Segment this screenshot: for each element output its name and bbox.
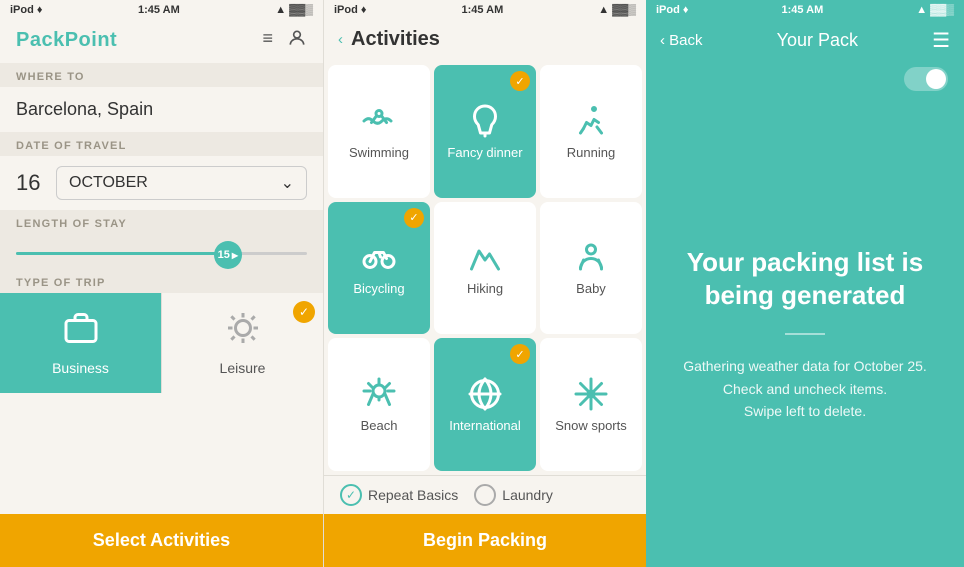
activity-bicycling-label: Bicycling <box>353 281 404 296</box>
battery-1: ▲ ▓▓▒ <box>275 4 313 16</box>
trip-type-label: TYPE OF TRIP <box>0 269 323 293</box>
app-header: PackPoint ≡ <box>0 20 323 63</box>
pack-back-button[interactable]: ‹ Back <box>660 32 703 49</box>
activity-bicycling[interactable]: Bicycling ✓ <box>328 202 430 335</box>
panel-main: iPod ♦ 1:45 AM ▲ ▓▓▒ PackPoint ≡ WHERE T… <box>0 0 323 567</box>
toggle-knob <box>926 69 946 89</box>
activity-swimming[interactable]: Swimming <box>328 65 430 198</box>
header-icons: ≡ <box>262 28 307 53</box>
profile-icon[interactable] <box>287 28 307 53</box>
generating-text: Your packing list is being generated <box>666 246 944 314</box>
length-section: LENGTH OF STAY 15▶ <box>0 210 323 269</box>
activity-hiking-label: Hiking <box>467 281 503 296</box>
repeat-basics-check-icon: ✓ <box>340 484 362 506</box>
month-value: OCTOBER <box>69 174 148 192</box>
bottom-options: ✓ Repeat Basics Laundry <box>324 475 646 514</box>
activity-baby-label: Baby <box>576 281 606 296</box>
begin-packing-button[interactable]: Begin Packing <box>324 514 646 567</box>
device-name-1: iPod ♦ <box>10 4 43 16</box>
status-bar-2: iPod ♦ 1:45 AM ▲ ▓▓▒ <box>324 0 646 20</box>
sub-text: Gathering weather data for October 25.Ch… <box>683 355 927 422</box>
date-label: DATE OF TRAVEL <box>0 132 323 156</box>
leisure-icon <box>225 310 261 354</box>
bicycling-check: ✓ <box>404 208 424 228</box>
repeat-basics-label: Repeat Basics <box>368 487 458 503</box>
destination-input[interactable] <box>0 87 323 132</box>
battery-3: ▲ ▓▓▒ <box>916 4 954 16</box>
activity-international-label: International <box>449 418 521 433</box>
month-select[interactable]: OCTOBER ⌄ <box>56 166 307 200</box>
time-3: 1:45 AM <box>781 4 823 16</box>
length-label: LENGTH OF STAY <box>0 210 323 234</box>
time-1: 1:45 AM <box>138 4 180 16</box>
laundry-circle-icon <box>474 484 496 506</box>
slider-fill <box>16 252 220 255</box>
menu-icon[interactable]: ≡ <box>262 28 273 53</box>
arrow-icon: ▶ <box>232 251 238 260</box>
length-slider[interactable]: 15▶ <box>0 234 323 263</box>
trip-type-cards: Business Leisure ✓ <box>0 293 323 393</box>
activities-title: Activities <box>351 28 440 51</box>
fancy-dinner-check: ✓ <box>510 71 530 91</box>
trip-card-business[interactable]: Business <box>0 293 161 393</box>
status-bar-1: iPod ♦ 1:45 AM ▲ ▓▓▒ <box>0 0 323 20</box>
toggle-row <box>646 63 964 101</box>
activity-baby[interactable]: Baby <box>540 202 642 335</box>
activity-snow-sports[interactable]: Snow sports <box>540 338 642 471</box>
length-value: 15 <box>218 249 230 261</box>
activity-swimming-label: Swimming <box>349 145 409 160</box>
date-day: 16 <box>16 170 46 196</box>
activity-fancy-dinner-label: Fancy dinner <box>447 145 522 160</box>
divider <box>785 333 825 335</box>
laundry-option[interactable]: Laundry <box>474 484 553 506</box>
laundry-label: Laundry <box>502 487 553 503</box>
leisure-label: Leisure <box>220 360 266 376</box>
activity-fancy-dinner[interactable]: Fancy dinner ✓ <box>434 65 536 198</box>
battery-2: ▲ ▓▓▒ <box>598 4 636 16</box>
activity-hiking[interactable]: Hiking <box>434 202 536 335</box>
pack-content: Your packing list is being generated Gat… <box>646 101 964 567</box>
activity-snow-sports-label: Snow sports <box>555 418 627 433</box>
pack-header: ‹ Back Your Pack ☰ <box>646 20 964 63</box>
business-label: Business <box>52 360 109 376</box>
time-2: 1:45 AM <box>461 4 503 16</box>
toggle-switch[interactable] <box>904 67 948 91</box>
business-icon <box>63 310 99 354</box>
activity-beach-label: Beach <box>361 418 398 433</box>
activities-grid: Swimming Fancy dinner ✓ Running <box>324 61 646 475</box>
leisure-check-badge: ✓ <box>293 301 315 323</box>
repeat-basics-option[interactable]: ✓ Repeat Basics <box>340 484 458 506</box>
back-chevron-icon: ‹ <box>338 31 343 48</box>
activities-header: ‹ Activities <box>324 20 646 61</box>
device-name-3: iPod ♦ <box>656 4 689 16</box>
app-title: PackPoint <box>16 29 117 52</box>
back-button[interactable]: ‹ <box>338 31 343 48</box>
international-check: ✓ <box>510 344 530 364</box>
slider-track: 15▶ <box>16 252 307 255</box>
activity-running-label: Running <box>567 145 615 160</box>
device-name-2: iPod ♦ <box>334 4 367 16</box>
pack-menu-icon[interactable]: ☰ <box>932 28 950 53</box>
date-row: 16 OCTOBER ⌄ <box>0 156 323 210</box>
panel-pack: iPod ♦ 1:45 AM ▲ ▓▓▒ ‹ Back Your Pack ☰ … <box>646 0 964 567</box>
panel-activities: iPod ♦ 1:45 AM ▲ ▓▓▒ ‹ Activities Swimmi… <box>323 0 646 567</box>
select-activities-button[interactable]: Select Activities <box>0 514 323 567</box>
where-to-label: WHERE TO <box>0 63 323 87</box>
activity-international[interactable]: International ✓ <box>434 338 536 471</box>
slider-thumb[interactable]: 15▶ <box>214 241 242 269</box>
status-bar-3: iPod ♦ 1:45 AM ▲ ▓▓▒ <box>646 0 964 20</box>
chevron-down-icon: ⌄ <box>281 173 294 193</box>
pack-title: Your Pack <box>777 30 858 51</box>
activity-running[interactable]: Running <box>540 65 642 198</box>
activity-beach[interactable]: Beach <box>328 338 430 471</box>
trip-card-leisure[interactable]: Leisure ✓ <box>161 293 323 393</box>
